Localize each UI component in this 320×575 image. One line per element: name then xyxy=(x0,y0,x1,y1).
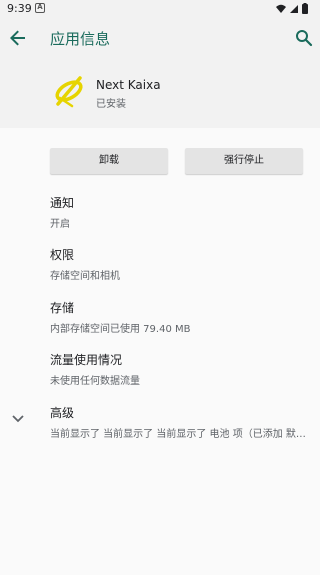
cellular-icon xyxy=(290,5,298,13)
uninstall-button[interactable]: 卸载 xyxy=(50,148,168,174)
page-title: 应用信息 xyxy=(50,30,111,48)
battery-icon xyxy=(302,3,308,14)
setting-title: 流量使用情况 xyxy=(50,353,123,367)
search-button[interactable] xyxy=(292,26,316,50)
notification-icon: A xyxy=(35,3,45,13)
setting-title: 通知 xyxy=(50,196,75,210)
setting-permissions[interactable]: 权限 存储空间和相机 xyxy=(50,246,315,282)
setting-notifications[interactable]: 通知 开启 xyxy=(50,194,315,230)
status-bar: 9:39 A xyxy=(0,0,320,18)
wifi-icon xyxy=(276,4,286,13)
setting-summary: 内部存储空间已使用 79.40 MB xyxy=(50,324,191,335)
setting-summary: 存储空间和相机 xyxy=(50,271,120,282)
setting-title: 高级 xyxy=(50,406,75,420)
setting-storage[interactable]: 存储 内部存储空间已使用 79.40 MB xyxy=(50,299,315,335)
setting-summary: 开启 xyxy=(50,219,70,230)
setting-summary: 未使用任何数据流量 xyxy=(50,376,140,387)
setting-data-usage[interactable]: 流量使用情况 未使用任何数据流量 xyxy=(50,351,315,387)
chevron-down-icon[interactable] xyxy=(10,410,26,426)
setting-summary: 当前显示了 当前显示了 当前显示了 电池 项（已添加 默认… xyxy=(50,429,312,440)
setting-title: 权限 xyxy=(50,248,75,262)
search-icon xyxy=(296,30,313,47)
app-bar: 应用信息 xyxy=(0,18,320,58)
app-header: Next Kaixa 已安装 xyxy=(0,58,320,128)
setting-title: 存储 xyxy=(50,301,75,315)
status-time: 9:39 xyxy=(7,2,32,15)
app-install-status: 已安装 xyxy=(96,99,126,110)
app-name: Next Kaixa xyxy=(96,78,161,92)
arrow-back-icon xyxy=(10,30,25,46)
setting-advanced[interactable]: 高级 当前显示了 当前显示了 当前显示了 电池 项（已添加 默认… xyxy=(50,404,315,440)
force-stop-button[interactable]: 强行停止 xyxy=(185,148,303,174)
status-icons xyxy=(274,3,314,15)
app-icon xyxy=(50,72,88,110)
back-button[interactable] xyxy=(6,26,30,50)
